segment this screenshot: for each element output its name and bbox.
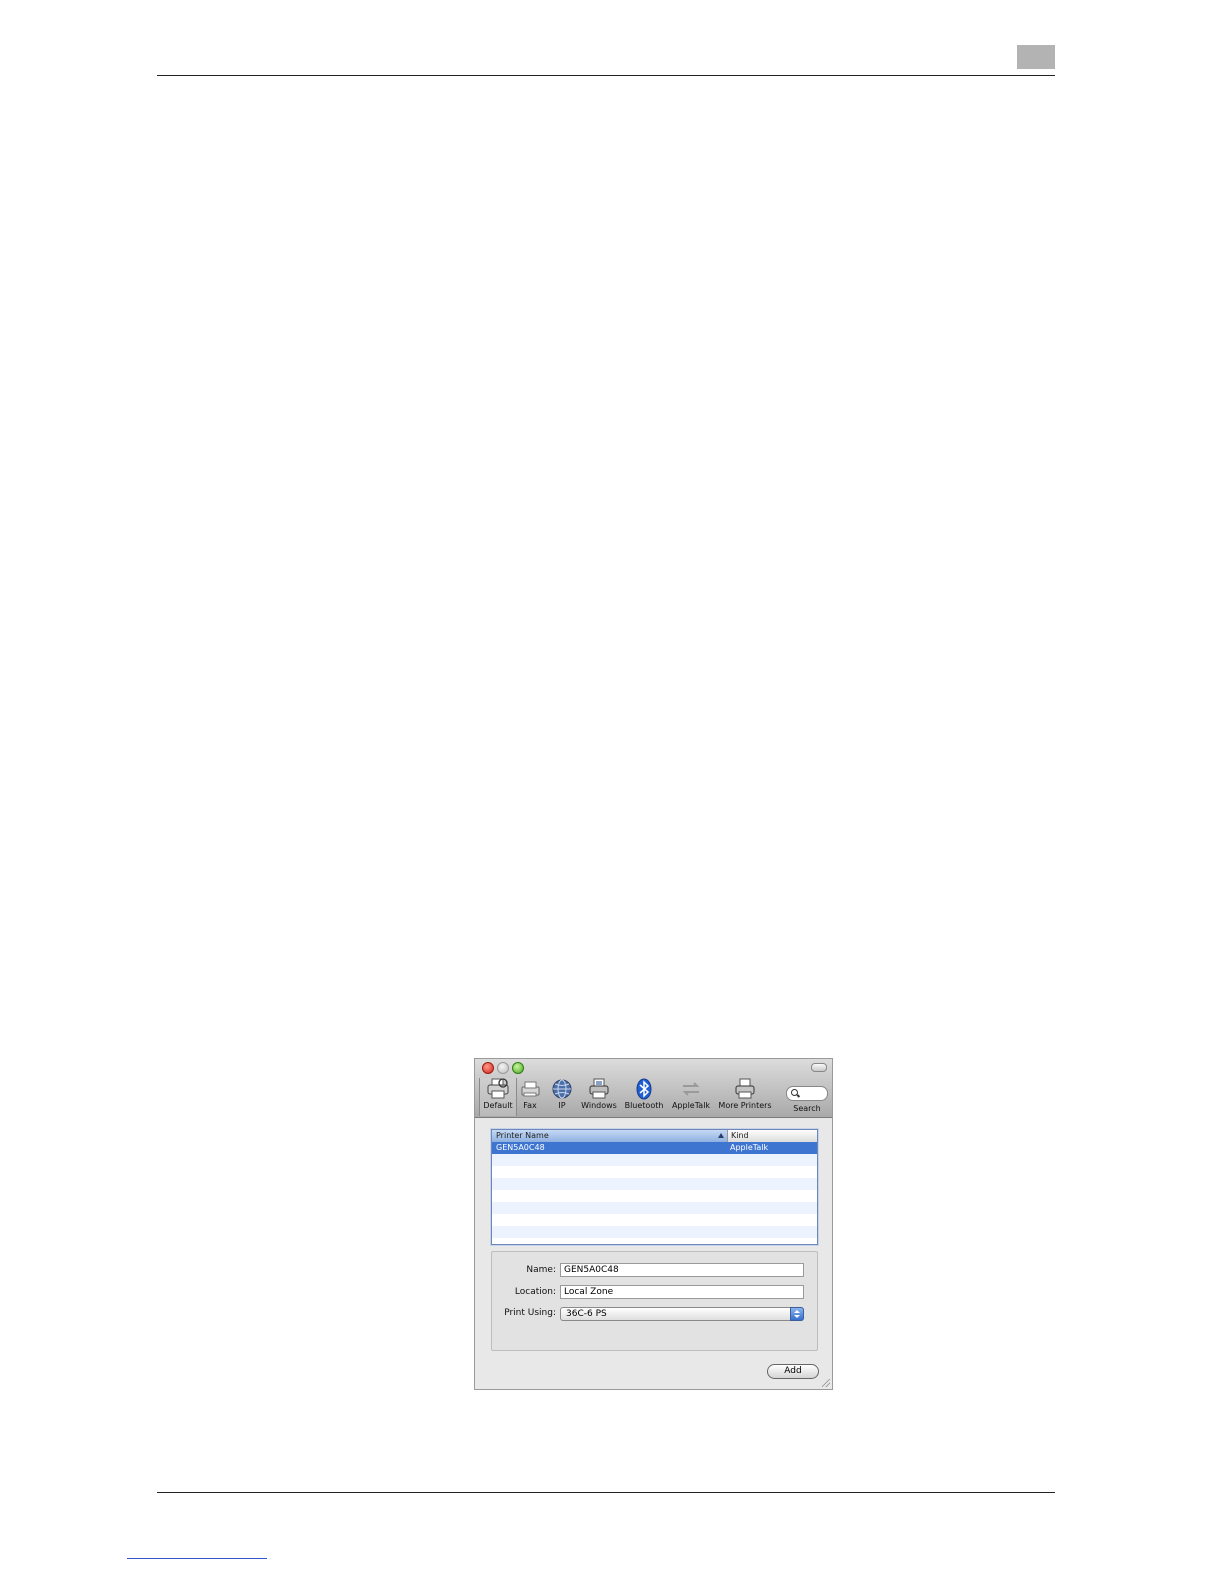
print-using-label: Print Using: (504, 1308, 556, 1318)
location-label: Location: (514, 1287, 556, 1297)
add-button[interactable]: Add (767, 1364, 819, 1379)
printer-browser-window: Default Fax IP Windows Bluetooth AppleTa… (474, 1058, 833, 1390)
printer-row-kind: AppleTalk (730, 1143, 769, 1152)
toolbar-more-printers-button[interactable]: More Printers (717, 1078, 773, 1110)
name-label: Name: (526, 1265, 556, 1275)
printer-details-box: Name: GEN5A0C48 Location: Local Zone Pri… (491, 1251, 818, 1351)
location-field[interactable]: Local Zone (560, 1285, 804, 1299)
bluetooth-icon (636, 1078, 652, 1100)
print-using-select[interactable]: 36C-6 PS (560, 1307, 804, 1321)
printer-list[interactable]: Printer Name Kind GEN5A0C48 AppleTalk (491, 1129, 818, 1245)
toolbar-windows-label: Windows (581, 1101, 617, 1110)
more-printers-icon (735, 1078, 755, 1099)
column-header-printer-name[interactable]: Printer Name (492, 1130, 728, 1142)
toolbar-appletalk-button[interactable]: AppleTalk (669, 1078, 713, 1110)
empty-row (492, 1226, 817, 1238)
empty-row (492, 1190, 817, 1202)
windows-printer-icon (589, 1078, 609, 1099)
toolbar-ip-label: IP (558, 1101, 566, 1110)
footer-rule (157, 1492, 1055, 1493)
printer-list-rows: GEN5A0C48 AppleTalk (492, 1142, 817, 1238)
toolbar-bluetooth-button[interactable]: Bluetooth (624, 1078, 664, 1110)
appletalk-icon (682, 1082, 700, 1096)
toolbar-fax-label: Fax (523, 1101, 537, 1110)
name-field[interactable]: GEN5A0C48 (560, 1263, 804, 1277)
popup-arrows-icon (790, 1307, 804, 1321)
print-using-value: 36C-6 PS (566, 1309, 607, 1319)
toolbar-fax-button[interactable]: Fax (519, 1078, 541, 1110)
zoom-window-button[interactable] (512, 1062, 524, 1074)
sort-ascending-icon (718, 1133, 724, 1138)
footer-link-underline (127, 1558, 267, 1559)
resize-grip-icon[interactable] (822, 1379, 830, 1387)
empty-row (492, 1202, 817, 1214)
header-rule (157, 75, 1055, 76)
minimize-window-button[interactable] (497, 1062, 509, 1074)
search-icon (791, 1089, 798, 1096)
empty-row (492, 1166, 817, 1178)
toolbar-default-label: Default (483, 1101, 513, 1110)
printer-row-name: GEN5A0C48 (496, 1143, 545, 1152)
chapter-tab (1017, 45, 1055, 69)
search-field[interactable] (786, 1086, 828, 1101)
toolbar-search-button[interactable]: Search (789, 1104, 825, 1113)
empty-row (492, 1178, 817, 1190)
toolbar-default-button[interactable]: Default (479, 1078, 517, 1116)
toolbar-windows-button[interactable]: Windows (580, 1078, 618, 1110)
printer-default-icon (487, 1078, 509, 1099)
column-printer-name-label: Printer Name (496, 1131, 549, 1140)
empty-row (492, 1154, 817, 1166)
toolbar-toggle-button[interactable] (811, 1063, 827, 1072)
toolbar-bluetooth-label: Bluetooth (624, 1101, 664, 1110)
toolbar-appletalk-label: AppleTalk (671, 1101, 711, 1110)
close-window-button[interactable] (482, 1062, 494, 1074)
fax-icon (521, 1081, 540, 1097)
window-toolbar: Default Fax IP Windows Bluetooth AppleTa… (475, 1059, 832, 1118)
toolbar-ip-button[interactable]: IP (551, 1078, 573, 1110)
toolbar-search-label: Search (793, 1104, 821, 1113)
globe-icon (552, 1079, 572, 1099)
column-header-kind[interactable]: Kind (728, 1130, 749, 1142)
printer-row[interactable]: GEN5A0C48 AppleTalk (492, 1142, 817, 1154)
toolbar-more-printers-label: More Printers (718, 1101, 772, 1110)
empty-row (492, 1214, 817, 1226)
